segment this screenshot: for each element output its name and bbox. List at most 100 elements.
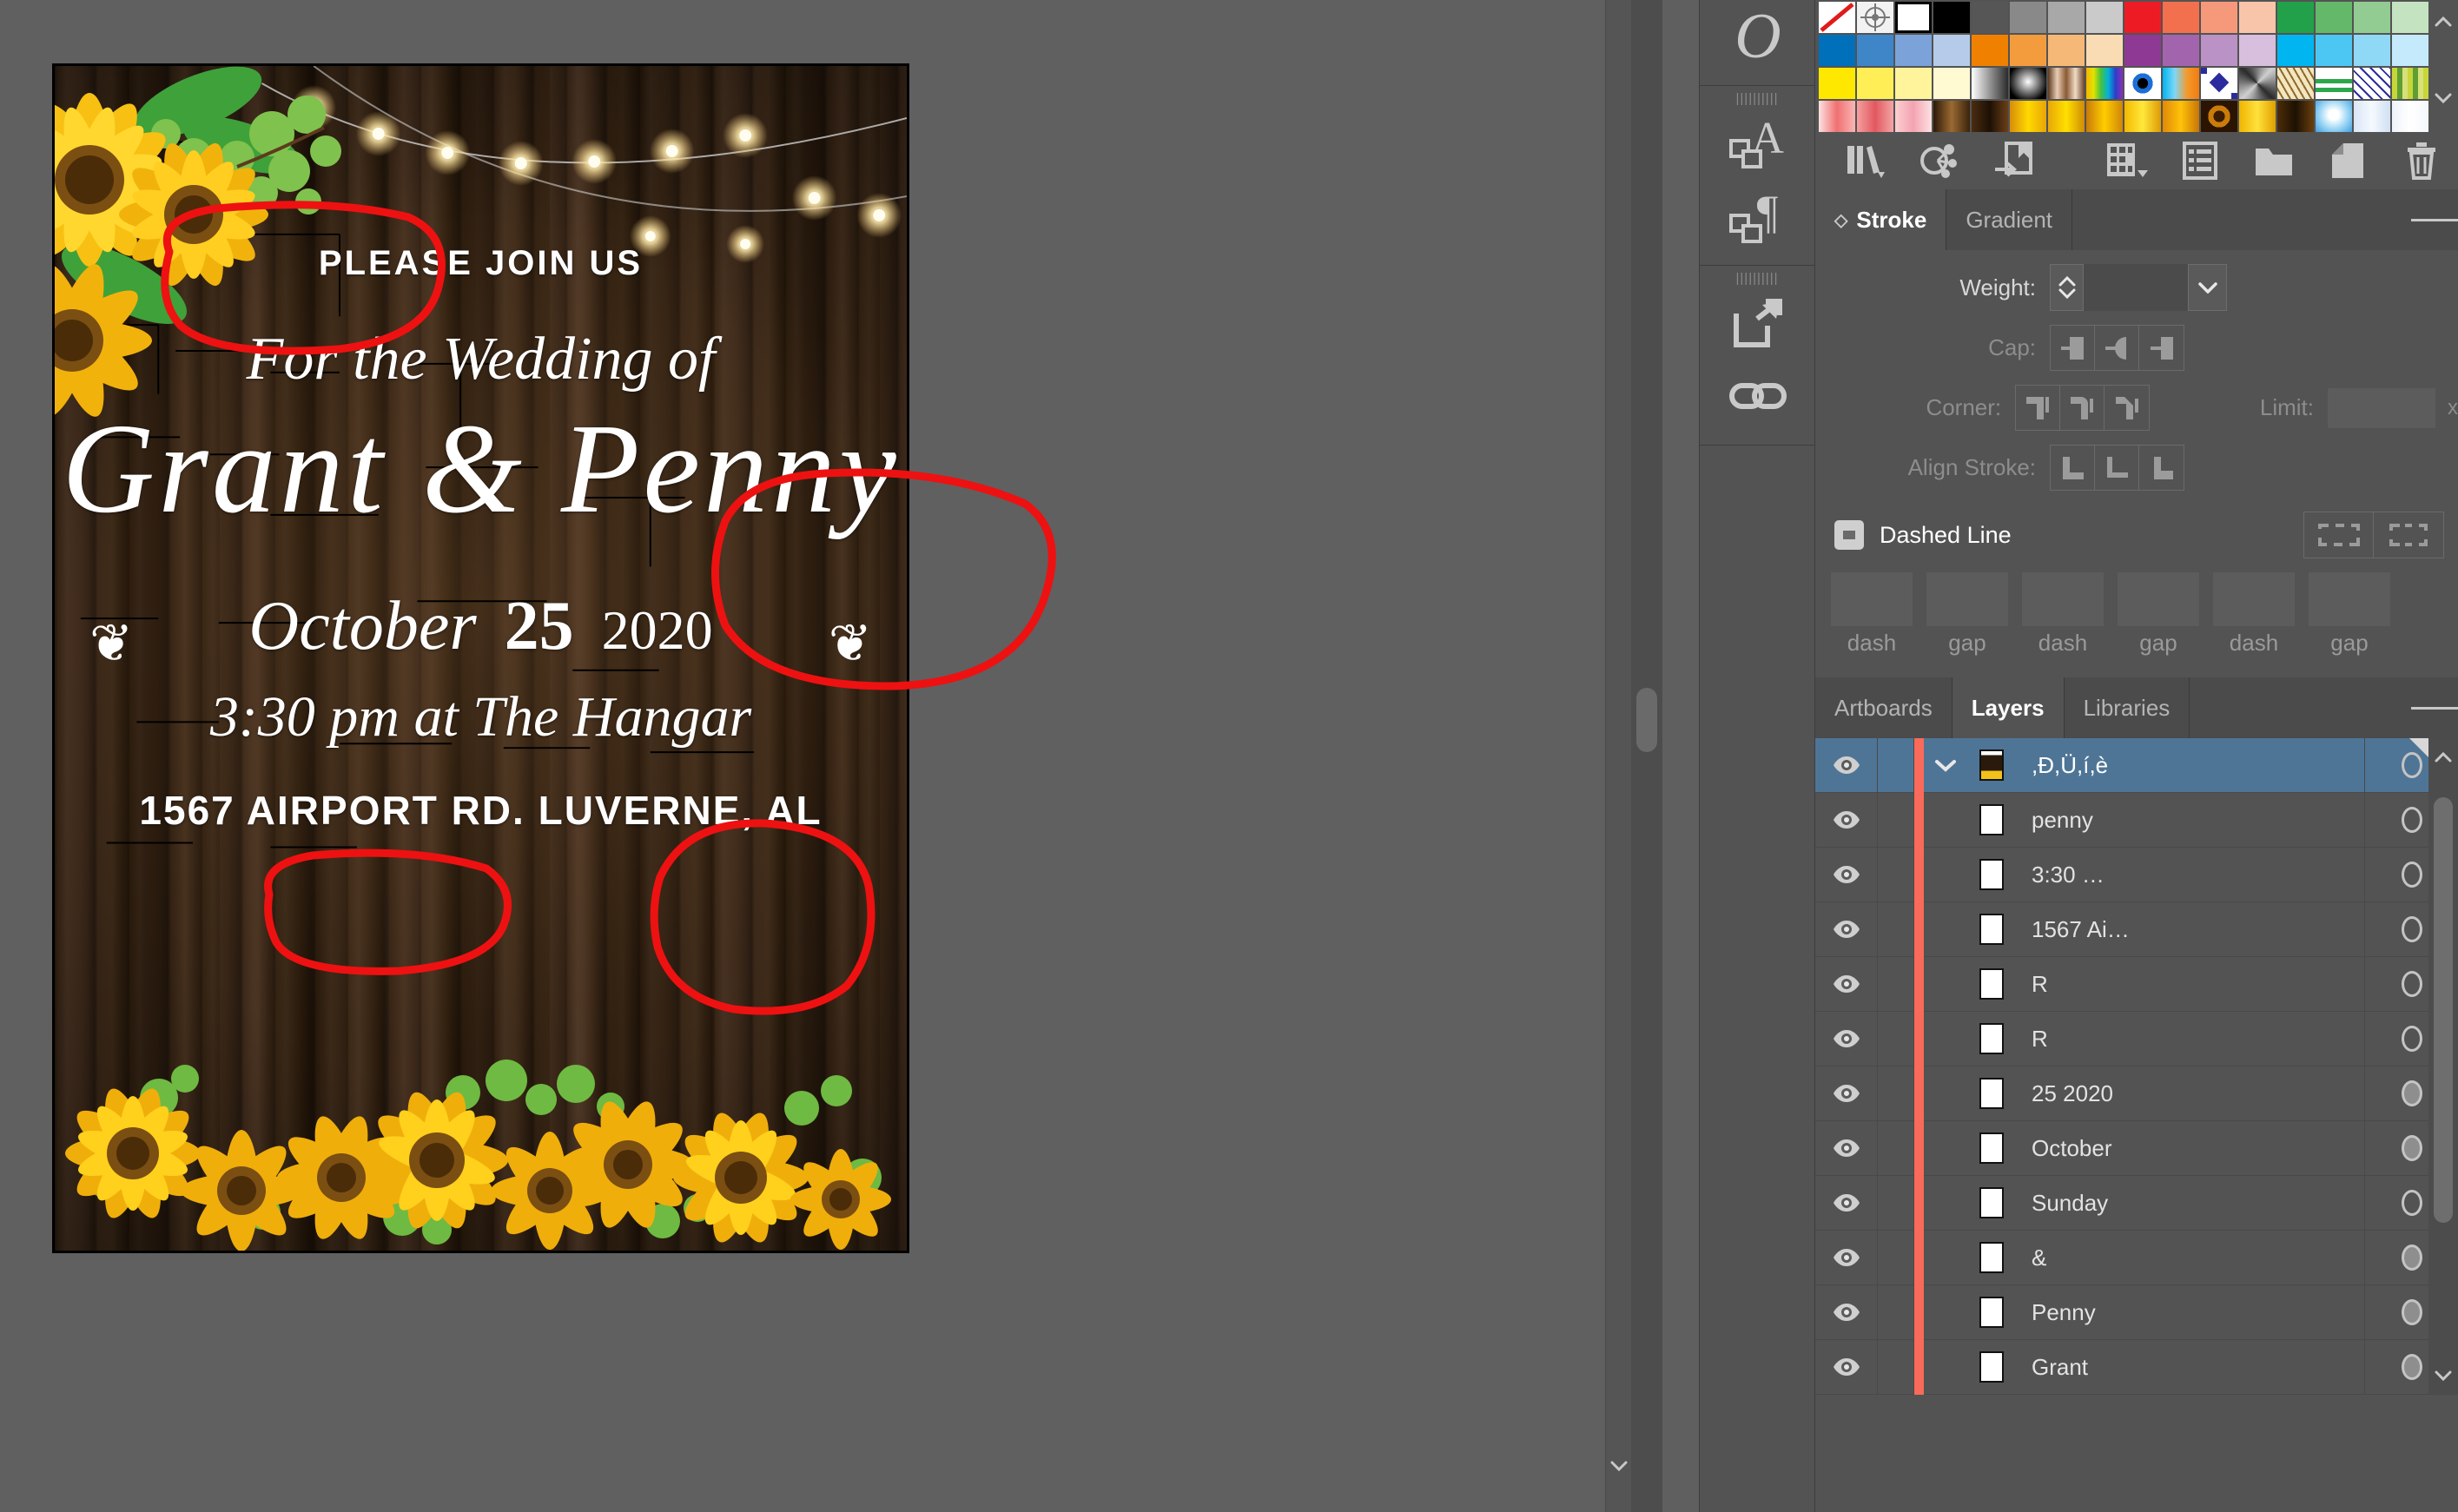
- swatch-blue-50[interactable]: [1895, 35, 1932, 66]
- layer-lock-toggle[interactable]: [1878, 1285, 1914, 1340]
- swatch-registration[interactable]: [1857, 2, 1893, 33]
- layer-list[interactable]: ,Ð,Ü,í,èpenny3:30 …1567 Ai…RR25 2020Octo…: [1815, 738, 2458, 1395]
- layer-name[interactable]: ,Ð,Ü,í,è: [2016, 752, 2364, 779]
- tab-layers[interactable]: Layers: [1953, 677, 2065, 738]
- layer-name[interactable]: R: [2016, 1026, 2364, 1053]
- swatch-cyan[interactable]: [2277, 35, 2314, 66]
- swatch-gradient-sky[interactable]: [2316, 101, 2352, 132]
- layer-row-1[interactable]: penny: [1815, 793, 2458, 848]
- swatch-gray-80[interactable]: [1972, 2, 2008, 33]
- swatch-purple[interactable]: [2124, 35, 2161, 66]
- layers-scroll-thumb[interactable]: [2434, 797, 2453, 1223]
- swatch-orange-50[interactable]: [2048, 35, 2085, 66]
- add-to-library-button[interactable]: [1977, 132, 2051, 189]
- layer-lock-toggle[interactable]: [1878, 1176, 1914, 1231]
- canvas-scroll-down-button[interactable]: [1606, 1453, 1632, 1479]
- layer-visibility-toggle[interactable]: [1815, 957, 1878, 1012]
- layer-name[interactable]: Grant: [2016, 1354, 2364, 1381]
- swatch-gradient-radial-bw[interactable]: [2010, 68, 2046, 99]
- align-inside-icon[interactable]: [2095, 446, 2139, 490]
- swatch-gradient-ice[interactable]: [2354, 101, 2390, 132]
- rail-drag-dots-2[interactable]: ||||||||||: [1700, 271, 1814, 287]
- layer-visibility-toggle[interactable]: [1815, 1066, 1878, 1121]
- layers-panel-menu-icon[interactable]: [2411, 677, 2458, 738]
- layer-lock-toggle[interactable]: [1878, 793, 1914, 848]
- layer-lock-toggle[interactable]: [1878, 957, 1914, 1012]
- swatches-panel[interactable]: [1815, 0, 2458, 189]
- stroke-cap-buttons[interactable]: [2050, 325, 2184, 371]
- swatch-gradient-yellow-gold[interactable]: [2239, 101, 2276, 132]
- layer-name[interactable]: 1567 Ai…: [2016, 916, 2364, 943]
- dashed-line-checkbox[interactable]: [1834, 520, 1864, 550]
- layer-name[interactable]: Penny: [2016, 1299, 2364, 1326]
- layer-visibility-toggle[interactable]: [1815, 1340, 1878, 1395]
- swatch-gradient-darkbrown[interactable]: [1972, 101, 2008, 132]
- dash-input-1[interactable]: [1831, 572, 1913, 626]
- layer-name[interactable]: penny: [2016, 807, 2364, 834]
- layer-row-6[interactable]: 25 2020: [1815, 1066, 2458, 1121]
- swatch-pattern-hex[interactable]: [2277, 68, 2314, 99]
- swatch-green-25[interactable]: [2392, 2, 2428, 33]
- swatch-purple-25[interactable]: [2239, 35, 2276, 66]
- panel-resize-track[interactable]: [1631, 0, 1662, 1512]
- swatch-black[interactable]: [1933, 2, 1970, 33]
- docked-panel-rail[interactable]: O |||||||||| A ¶ |||||||: [1699, 0, 1815, 1512]
- swatch-gradient-gold-3[interactable]: [2124, 101, 2161, 132]
- dash-input-3[interactable]: [2213, 572, 2295, 626]
- swatch-gradient-brown[interactable]: [1933, 101, 1970, 132]
- swatch-red-75[interactable]: [2163, 2, 2199, 33]
- layer-row-2[interactable]: 3:30 …: [1815, 848, 2458, 902]
- bevel-join-icon[interactable]: [2104, 386, 2149, 430]
- swatch-red-25[interactable]: [2239, 2, 2276, 33]
- layer-visibility-toggle[interactable]: [1815, 1121, 1878, 1176]
- dash-input-2[interactable]: [2022, 572, 2104, 626]
- swatch-red-50[interactable]: [2201, 2, 2237, 33]
- new-color-group-button[interactable]: [2237, 132, 2311, 189]
- swatch-gradient-gold-1[interactable]: [2010, 101, 2046, 132]
- stroke-weight-stepper[interactable]: [2051, 264, 2084, 311]
- swatch-blue-75[interactable]: [1857, 35, 1893, 66]
- character-styles-icon[interactable]: A: [1700, 107, 1816, 180]
- swatch-kinds-button[interactable]: [2090, 132, 2164, 189]
- layer-row-11[interactable]: Grant: [1815, 1340, 2458, 1395]
- round-join-icon[interactable]: [2060, 386, 2104, 430]
- align-center-icon[interactable]: [2051, 446, 2095, 490]
- layer-lock-toggle[interactable]: [1878, 1066, 1914, 1121]
- miter-join-icon[interactable]: [2016, 386, 2060, 430]
- swatch-pattern-diamond[interactable]: [2201, 68, 2237, 99]
- dashed-line-buttons[interactable]: [2303, 512, 2444, 558]
- paragraph-styles-icon[interactable]: ¶: [1700, 180, 1816, 253]
- tab-gradient[interactable]: Gradient: [1946, 189, 2072, 250]
- preserve-dash-exact-icon[interactable]: [2304, 512, 2374, 558]
- rail-drag-dots-1[interactable]: ||||||||||: [1700, 91, 1814, 107]
- layer-row-9[interactable]: &: [1815, 1231, 2458, 1285]
- swatch-cyan-50[interactable]: [2354, 35, 2390, 66]
- layer-lock-toggle[interactable]: [1878, 738, 1914, 793]
- swatch-gradient-amber[interactable]: [2086, 101, 2123, 132]
- align-dashes-to-corners-icon[interactable]: [2374, 512, 2443, 558]
- layer-name[interactable]: 25 2020: [2016, 1080, 2364, 1107]
- stroke-weight-dropdown-icon[interactable]: [2188, 264, 2226, 311]
- canvas-area[interactable]: PLEASE JOIN US For the Wedding of Grant …: [0, 0, 1631, 1512]
- layer-lock-toggle[interactable]: [1878, 1231, 1914, 1285]
- layer-name[interactable]: October: [2016, 1135, 2364, 1162]
- swatches-scroll-up-button[interactable]: [2428, 7, 2458, 36]
- gap-input-1[interactable]: [1926, 572, 2008, 626]
- layer-row-7[interactable]: October: [1815, 1121, 2458, 1176]
- swatches-scrollbar[interactable]: [2428, 0, 2458, 126]
- swatch-libraries-button[interactable]: [1829, 132, 1903, 189]
- swatch-purple-50[interactable]: [2201, 35, 2237, 66]
- layer-row-8[interactable]: Sunday: [1815, 1176, 2458, 1231]
- swatch-gradient-gold-2[interactable]: [2048, 101, 2085, 132]
- swatch-gradient-coffee[interactable]: [2277, 101, 2314, 132]
- layer-visibility-toggle[interactable]: [1815, 1012, 1878, 1066]
- layer-visibility-toggle[interactable]: [1815, 738, 1878, 793]
- swatch-yellow-50[interactable]: [1895, 68, 1932, 99]
- swatch-white[interactable]: [1895, 2, 1932, 33]
- link-icon[interactable]: [1700, 360, 1816, 432]
- swatch-blue-25[interactable]: [1933, 35, 1970, 66]
- projecting-cap-icon[interactable]: [2139, 326, 2184, 370]
- stroke-align-buttons[interactable]: [2050, 445, 2184, 491]
- layer-visibility-toggle[interactable]: [1815, 793, 1878, 848]
- layers-scroll-up-button[interactable]: [2428, 740, 2458, 775]
